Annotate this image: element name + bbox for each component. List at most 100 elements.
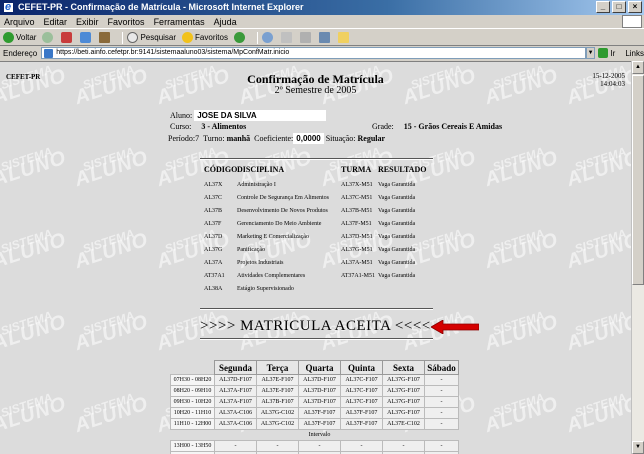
- disciplina-codigo: AL37C: [204, 195, 222, 201]
- menu-exibir[interactable]: Exibir: [76, 15, 99, 28]
- day-header: Quarta: [298, 360, 341, 375]
- scroll-thumb[interactable]: [632, 75, 644, 285]
- media-button[interactable]: [233, 32, 247, 43]
- day-header: Segunda: [214, 360, 257, 375]
- course-value: 3 - Alimentos: [201, 122, 247, 131]
- schedule-row: Intervalo: [171, 430, 459, 441]
- disciplina-resultado: Vaga Garantida: [378, 247, 416, 253]
- address-label: Endereço: [3, 48, 38, 58]
- disciplina-turma: AL37A-M51: [341, 260, 373, 266]
- schedule-cell: [341, 430, 383, 441]
- page-icon: [44, 49, 54, 58]
- favorites-label: Favoritos: [195, 33, 228, 42]
- forward-button[interactable]: [42, 32, 55, 43]
- aluno-label: Aluno:: [170, 111, 193, 120]
- watermark-logo: SISTEMAALUNO: [563, 307, 631, 355]
- disciplina-resultado: Vaga Garantida: [378, 182, 416, 188]
- search-icon: [127, 32, 139, 43]
- menu-favoritos[interactable]: Favoritos: [108, 15, 145, 28]
- refresh-icon: [80, 32, 92, 43]
- go-label: Ir: [610, 48, 616, 58]
- address-input[interactable]: https://beti.ainfo.cefetpr.br:9141/siste…: [41, 47, 586, 59]
- watermark-text: ALUNO: [482, 146, 562, 191]
- address-dropdown-button[interactable]: ▼: [585, 47, 596, 59]
- minimize-button[interactable]: _: [596, 1, 610, 13]
- schedule-cell: -: [424, 396, 459, 408]
- disciplina-codigo: AL37D: [204, 234, 223, 240]
- menu-ferramentas[interactable]: Ferramentas: [154, 15, 205, 28]
- watermark-logo: SISTEMAALUNO: [153, 143, 233, 191]
- disciplina-disciplina: Panificação: [237, 247, 265, 253]
- grade-label: Grade:: [372, 122, 394, 131]
- disciplina-turma: AL37X-M51: [341, 182, 373, 188]
- back-button[interactable]: Voltar: [3, 32, 36, 43]
- schedule-cell: AL37E-F107: [256, 385, 299, 397]
- print-button[interactable]: [299, 32, 313, 43]
- toolbar-separator: [256, 31, 258, 44]
- watermark-text: SISTEMA: [0, 144, 55, 175]
- watermark-logo: SISTEMAALUNO: [0, 307, 70, 355]
- maximize-button[interactable]: □: [612, 1, 626, 13]
- header-disciplina: DISCIPLINA: [237, 165, 285, 174]
- history-button[interactable]: [261, 32, 275, 43]
- schedule-cell: AL37A-C106: [214, 407, 257, 419]
- disciplina-row: AL37B Desenvolvimento De Novos Produtos AL…: [0, 208, 631, 221]
- schedule-cell: AL37G-F107: [382, 407, 425, 419]
- favorites-button[interactable]: Favoritos: [182, 32, 228, 43]
- go-button[interactable]: Ir: [598, 48, 615, 58]
- home-icon: [99, 32, 111, 43]
- media-icon: [233, 32, 245, 43]
- watermark-text: ALUNO: [72, 146, 152, 191]
- scroll-down-button[interactable]: ▼: [632, 441, 644, 454]
- course-row: Curso: 3 - Alimentos: [170, 122, 246, 131]
- schedule-cell: AL37F-F107: [340, 407, 383, 419]
- watermark-text: SISTEMA: [80, 308, 137, 339]
- schedule-cell: -: [424, 374, 459, 386]
- schedule-header-row: Segunda Terça Quarta Quinta Sexta Sábado: [171, 360, 459, 375]
- mail-button[interactable]: [280, 32, 294, 43]
- watermark-text: SISTEMA: [80, 390, 137, 421]
- coef-value: 0,0000: [293, 133, 324, 144]
- refresh-button[interactable]: [80, 32, 93, 43]
- scroll-up-button[interactable]: ▲: [632, 61, 644, 74]
- disciplina-codigo: AL37G: [204, 247, 223, 253]
- disciplina-codigo: AL37B: [204, 208, 222, 214]
- disciplina-disciplina: Projetos Industriais: [237, 260, 284, 266]
- schedule-row: 09H30 - 10H20 AL37A-F107 AL37B-F107 AL37D-F…: [170, 396, 459, 408]
- home-button[interactable]: [99, 32, 112, 43]
- stop-button[interactable]: [61, 32, 74, 43]
- menu-arquivo[interactable]: Arquivo: [4, 15, 35, 28]
- time-slot: 11H10 - 12H00: [170, 418, 215, 430]
- disciplina-disciplina: Marketing E Comercialização: [237, 234, 309, 240]
- periodo-value: 7: [195, 134, 200, 143]
- watermark-text: ALUNO: [0, 310, 70, 355]
- schedule-cell: AL37D-F107: [298, 396, 341, 408]
- disciplina-resultado: Vaga Garantida: [378, 208, 416, 214]
- vertical-scrollbar[interactable]: ▲ ▼: [631, 61, 644, 454]
- links-button[interactable]: Links: [625, 49, 644, 58]
- schedule-row: 08H20 - 09H10 AL37A-F107 AL37E-F107 AL37D-F…: [170, 385, 459, 397]
- day-header: Sábado: [424, 360, 459, 375]
- close-button[interactable]: ×: [628, 1, 642, 13]
- watermark-text: ALUNO: [564, 146, 631, 191]
- edit-button[interactable]: [318, 32, 332, 43]
- curso-label: Curso:: [170, 122, 192, 131]
- turno-label: Turno:: [203, 134, 225, 143]
- schedule-row: 10H20 - 11H10 AL37A-C106 AL37G-C102 AL37F-F…: [170, 407, 459, 419]
- disciplina-turma: AT37A1-M51: [341, 273, 375, 279]
- schedule-cell: -: [424, 418, 459, 430]
- menu-ajuda[interactable]: Ajuda: [214, 15, 237, 28]
- watermark-text: ALUNO: [564, 310, 631, 355]
- toolbar: Voltar Pesquisar Favoritos: [0, 30, 644, 46]
- schedule-cell: -: [424, 440, 459, 452]
- schedule-cell: AL37E-C102: [382, 418, 425, 430]
- mail-icon: [280, 32, 292, 43]
- folder-icon: [337, 32, 349, 43]
- disciplina-row: AL37G Panificação AL37G-M51 Vaga Garantida: [0, 247, 631, 260]
- search-button[interactable]: Pesquisar: [127, 32, 176, 43]
- watermark-text: SISTEMA: [0, 390, 55, 421]
- watermark-logo: SISTEMAALUNO: [481, 143, 562, 191]
- schedule-cell: [215, 430, 257, 441]
- folder-button[interactable]: [337, 32, 351, 43]
- menu-editar[interactable]: Editar: [44, 15, 68, 28]
